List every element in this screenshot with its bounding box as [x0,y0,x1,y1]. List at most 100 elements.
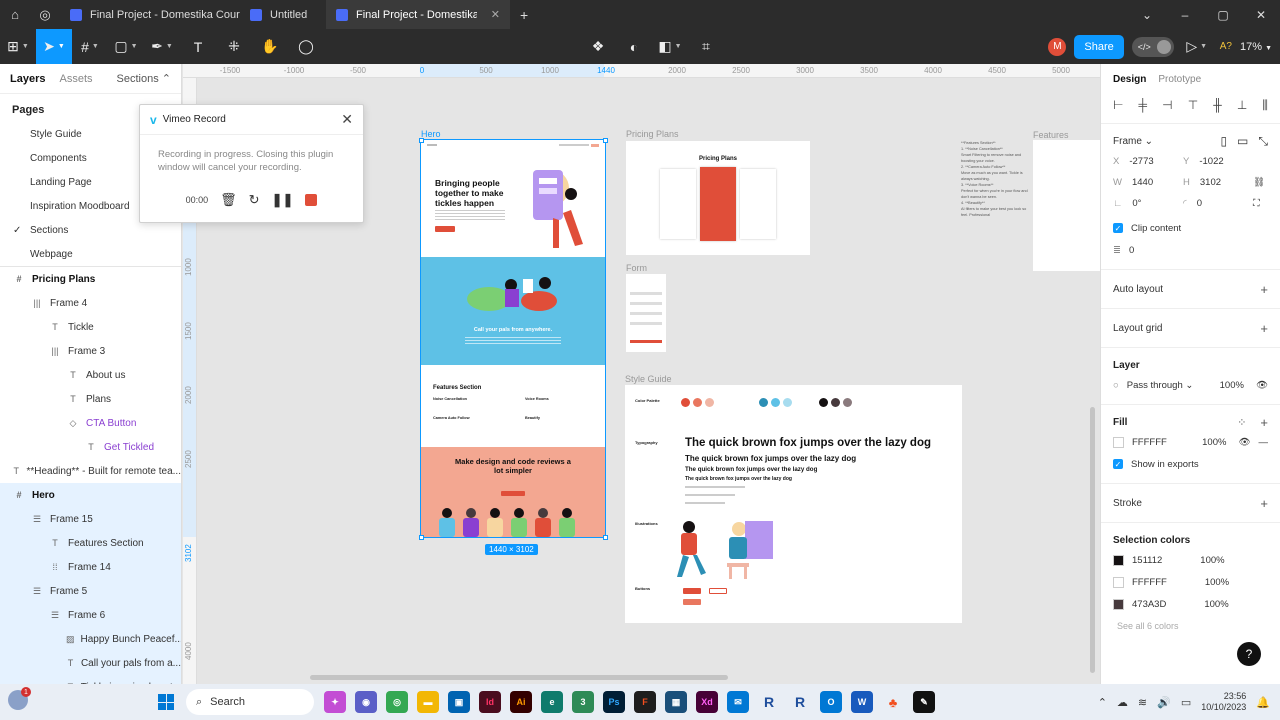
resources-button[interactable]: ⁜ [216,29,252,64]
bell-icon[interactable]: 🔔 [1256,696,1270,709]
clock[interactable]: 23:56 10/10/2023 [1201,691,1246,713]
portrait-icon[interactable]: ▯ [1220,134,1227,149]
layer-item[interactable]: ⁞⁞ Frame 14 [0,555,181,579]
r-app-icon[interactable]: R [758,691,780,713]
layer-item[interactable]: T **Heading** - Built for remote tea... [0,459,181,483]
new-tab-button[interactable]: + [510,7,538,23]
layer-item[interactable]: T About us [0,363,181,387]
color-swatch[interactable] [1113,598,1124,610]
layer-item[interactable]: # Pricing Plans [0,267,181,291]
outlook-app-icon[interactable]: O [820,691,842,713]
figma-plugin-icon[interactable]: ♣ [882,691,904,713]
close-icon[interactable]: ✕ [341,111,353,128]
shape-tool-button[interactable]: ▢ ▼ [108,29,144,64]
tab-design[interactable]: Design [1113,74,1146,85]
photoshop-app-icon[interactable]: Ps [603,691,625,713]
illustrator-app-icon[interactable]: Ai [510,691,532,713]
pause-icon[interactable]: ❚❚ [272,192,294,208]
layer-item[interactable]: # Hero [0,483,181,507]
vertical-scrollbar[interactable] [1090,407,1095,673]
layer-item[interactable]: T Call your pals from a... [0,651,181,675]
landscape-icon[interactable]: ▭ [1237,134,1248,149]
eye-icon[interactable]: 👁 [1256,380,1268,391]
frame-tool-button[interactable]: # ▼ [72,29,108,64]
frame-label-pricing[interactable]: Pricing Plans [626,129,679,139]
fill-swatch[interactable] [1113,436,1124,448]
component-button[interactable]: ❖ [580,29,616,64]
tab-prototype[interactable]: Prototype [1158,74,1201,85]
tab-assets[interactable]: Assets [59,73,92,85]
start-button[interactable] [158,694,174,710]
style-guide-frame[interactable]: Color Palette Typography The quick brown… [625,385,962,623]
align-top-icon[interactable]: ⊤ [1188,98,1198,113]
avatar[interactable]: M [1048,37,1067,56]
battery-icon[interactable]: ▭ [1181,696,1191,709]
restart-icon[interactable]: ↻ [249,192,260,208]
layer-item[interactable]: ☰ Frame 15 [0,507,181,531]
taskbar-search[interactable]: ⌕ Search [186,689,314,715]
distribute-icon[interactable]: ⫼ [1262,98,1268,113]
frame-dropdown[interactable]: Frame ⌄ [1113,136,1153,147]
color-swatch[interactable] [1113,554,1124,566]
layer-item[interactable]: ▨ Happy Bunch Peacef... [0,627,181,651]
text-tool-button[interactable]: T [180,29,216,64]
wifi-icon[interactable]: ≋ [1138,696,1147,709]
x-field[interactable]: X -2773 [1113,156,1183,167]
crop-button[interactable]: ⌗ [688,29,724,64]
layer-item[interactable]: T Tickle [0,315,181,339]
align-left-icon[interactable]: ⊢ [1113,98,1123,113]
calculator-app-icon[interactable]: ▦ [665,691,687,713]
show-exports-checkbox[interactable]: ✓ [1113,459,1123,469]
hero-frame[interactable]: Bringing people together to make tickles… [420,139,606,538]
spacing-row[interactable]: ≣ 0 [1113,239,1268,261]
browser-tab-2[interactable]: Untitled [240,0,326,29]
constrain-proportions-icon[interactable]: ⛓ [1253,177,1273,188]
selection-color-row[interactable]: 473A3D 100% [1113,593,1268,615]
minimize-button[interactable]: – [1166,8,1204,22]
resize-handle-top-left[interactable] [419,138,424,143]
blend-mode-dropdown[interactable]: Pass through ⌄ [1127,380,1194,391]
mask-button[interactable]: ◐ [616,29,652,64]
add-layout-grid-icon[interactable]: + [1260,321,1268,336]
add-auto-layout-icon[interactable]: + [1260,282,1268,297]
comment-tool-button[interactable]: ◯ [288,29,324,64]
dev-mode-toggle[interactable]: </> [1131,36,1174,57]
chevron-up-icon[interactable]: ⌃ [1098,696,1107,709]
layer-item[interactable]: ||| Frame 4 [0,291,181,315]
stop-recording-button[interactable] [305,194,318,206]
horizontal-scrollbar[interactable] [310,675,728,680]
share-button[interactable]: Share [1074,34,1124,59]
boolean-button[interactable]: ◧ ▼ [652,29,688,64]
show-exports-row[interactable]: ✓ Show in exports [1113,453,1268,475]
clip-content-checkbox[interactable]: ✓ [1113,223,1123,233]
trash-icon[interactable]: 🗑 [220,192,237,208]
resize-handle-bottom-left[interactable] [419,535,424,540]
w-field[interactable]: W 1440 [1113,177,1183,188]
form-frame[interactable] [626,274,666,352]
app-3-icon[interactable]: 3 [572,691,594,713]
layer-item[interactable]: TTickle is a simple yet... [0,675,181,684]
see-all-colors-link[interactable]: See all 6 colors [1113,615,1268,637]
fill-hex[interactable]: FFFFFF [1132,437,1167,448]
features-notes-text[interactable]: **Features Section** 1. **Noise Cancellat… [961,140,1031,218]
home-icon[interactable]: ⌂ [0,0,30,29]
style-grid-icon[interactable]: ⁘ [1237,416,1246,429]
file-explorer-icon[interactable]: ▬ [417,691,439,713]
align-right-icon[interactable]: ⊣ [1162,98,1172,113]
maximize-button[interactable]: ▢ [1204,8,1242,22]
eye-icon[interactable]: 👁 [1238,437,1250,448]
browser-tab-1[interactable]: Final Project - Domestika Course (Co [60,0,240,29]
resize-to-fit-icon[interactable]: ⤡ [1258,134,1268,149]
browser-tab-3[interactable]: Final Project - Domestika Course ( ✕ [326,0,510,29]
help-button[interactable]: ? [1237,642,1261,666]
layer-item[interactable]: ☰ Frame 5 [0,579,181,603]
layer-opacity[interactable]: 100% [1220,380,1244,391]
y-field[interactable]: Y -1022 [1183,156,1253,167]
frame-label-style-guide[interactable]: Style Guide [625,374,672,384]
features-frame[interactable] [1033,140,1100,271]
clip-content-row[interactable]: ✓ Clip content [1113,217,1268,239]
layer-item[interactable]: ◇ CTA Button [0,411,181,435]
sections-dropdown[interactable]: Sections ⌃ [117,72,171,85]
selection-color-row[interactable]: FFFFFF 100% [1113,571,1268,593]
cloud-icon[interactable]: ☁ [1117,696,1128,709]
